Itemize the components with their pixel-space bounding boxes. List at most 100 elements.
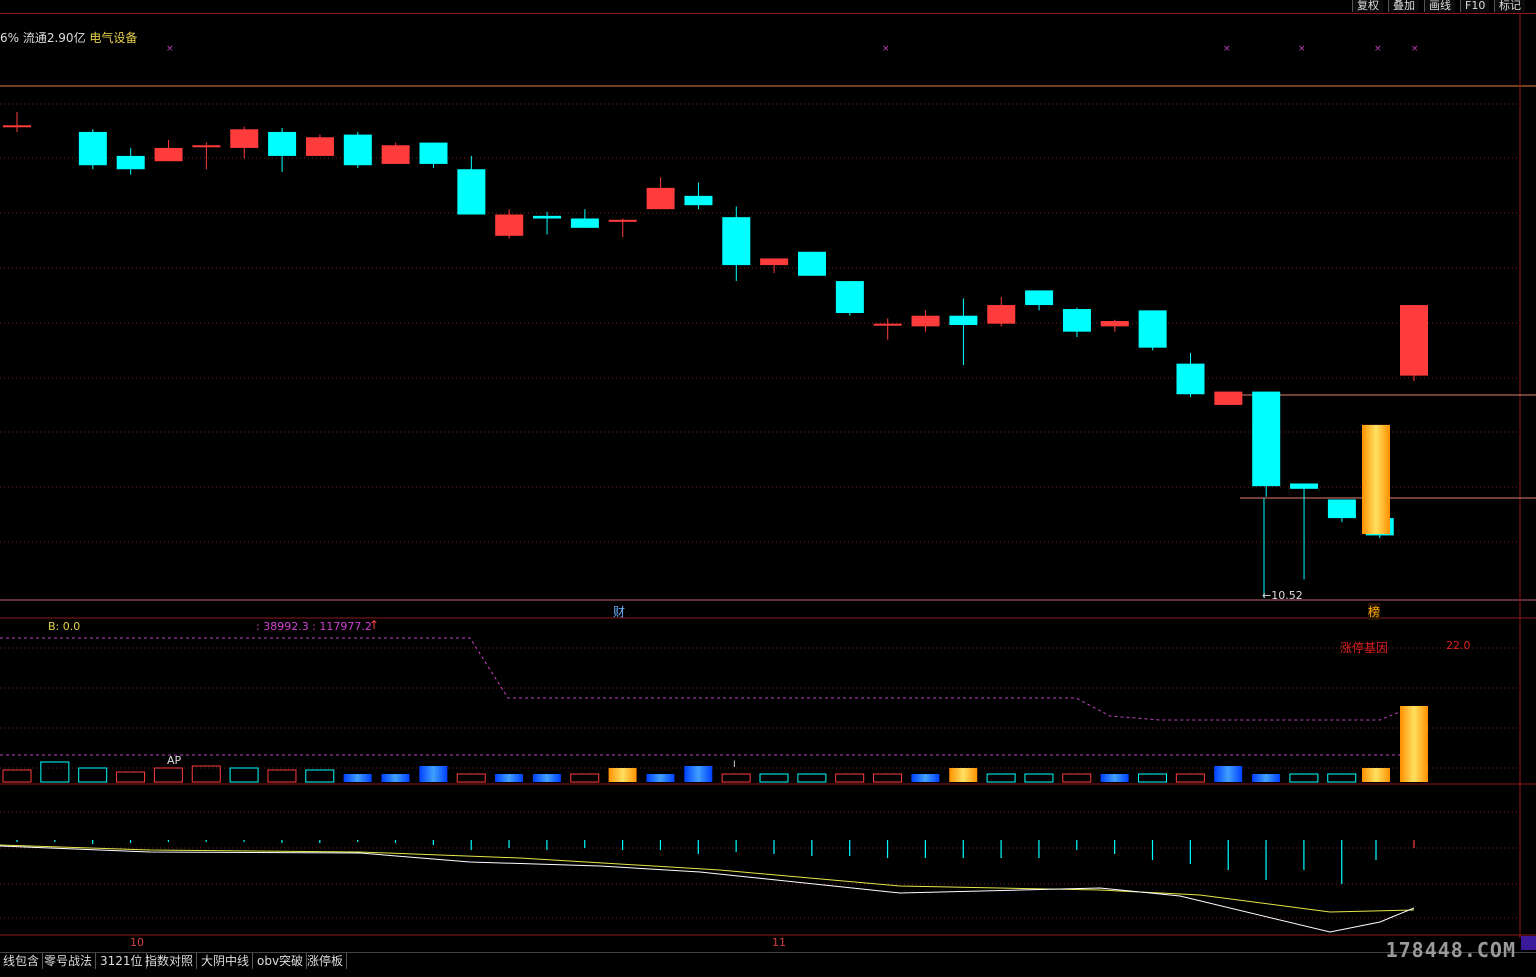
mark-button[interactable]: 标记 xyxy=(1494,0,1525,12)
candle-body xyxy=(230,129,259,148)
kline-chart[interactable]: × × × × × × xyxy=(0,14,1536,938)
event-marker: × xyxy=(882,44,890,54)
candle-body xyxy=(381,145,410,164)
f10-button[interactable]: F10 xyxy=(1460,0,1490,12)
month-10-label: 10 xyxy=(130,936,144,949)
volume-bar xyxy=(116,771,146,783)
candle-body xyxy=(722,217,751,266)
candle-body xyxy=(268,131,297,156)
volume-bar xyxy=(381,774,410,782)
indicator-tabs: 线包含 零号战法 3121位 指数对照 大阴中线 obv突破 涨停板 xyxy=(0,952,1536,970)
tab-obv-break[interactable]: obv突破 xyxy=(254,953,308,969)
candle xyxy=(1214,391,1243,405)
candle xyxy=(154,139,183,162)
candle xyxy=(1138,310,1167,351)
candle xyxy=(1400,305,1428,381)
vol-values-label: : 38992.3 : 117977.2 xyxy=(256,620,372,633)
volume-bar xyxy=(1252,774,1281,782)
candle-body xyxy=(533,215,562,219)
tab-zero-method[interactable]: 零号战法 xyxy=(41,953,97,969)
overlay-button[interactable]: 叠加 xyxy=(1388,0,1419,12)
tab-3121[interactable]: 3121位 xyxy=(97,953,147,969)
candle xyxy=(192,142,221,170)
candle-body xyxy=(684,195,713,206)
candle-body xyxy=(1176,363,1205,395)
candle-body xyxy=(1400,305,1428,376)
candle-body xyxy=(419,142,448,164)
candle-body xyxy=(760,258,789,266)
event-marker: × xyxy=(166,44,174,54)
candle xyxy=(1025,290,1054,311)
candle xyxy=(305,134,334,156)
volume-bar xyxy=(911,774,940,782)
candle-series xyxy=(3,111,1428,580)
candle xyxy=(268,127,297,172)
volume-bar xyxy=(1400,706,1428,782)
candle xyxy=(608,218,637,238)
volume-bar xyxy=(1327,773,1357,783)
volume-bar xyxy=(2,769,32,783)
volume-bar xyxy=(949,768,978,782)
candle-body xyxy=(1252,391,1281,487)
candle xyxy=(1100,319,1129,332)
volume-bar xyxy=(646,774,675,782)
tab-index-compare[interactable]: 指数对照 xyxy=(142,953,198,969)
board-marker[interactable]: 榜 xyxy=(1368,603,1381,620)
volume-bar xyxy=(684,766,713,782)
candle-body xyxy=(1327,499,1356,519)
finance-marker[interactable]: 财 xyxy=(613,603,625,620)
candle xyxy=(949,298,978,365)
volume-bar xyxy=(1024,773,1054,783)
ap-label: AP xyxy=(167,754,182,767)
candle-body xyxy=(1214,391,1243,405)
month-11-label: 11 xyxy=(772,936,786,949)
candle xyxy=(760,258,789,274)
candle xyxy=(722,206,751,282)
volume-bar xyxy=(495,774,524,782)
top-toolbar: 复权 叠加 画线 F10 标记 xyxy=(0,0,1536,14)
candle-body xyxy=(835,281,864,314)
volume-bars xyxy=(0,637,1428,783)
candle-body xyxy=(192,145,221,148)
candle xyxy=(684,182,713,210)
candle-body xyxy=(1062,309,1091,332)
candle-body xyxy=(3,125,31,128)
candle xyxy=(835,281,864,316)
candle xyxy=(230,126,259,159)
candle-body xyxy=(608,219,637,222)
candle-body xyxy=(305,137,334,156)
candle-body xyxy=(457,169,486,215)
candle-body xyxy=(343,134,372,166)
tick-label: I xyxy=(733,760,736,770)
candle-body xyxy=(873,323,902,326)
low-price-label: ←10.52 xyxy=(1262,589,1303,602)
draw-line-button[interactable]: 画线 xyxy=(1424,0,1455,12)
scroll-corner-icon[interactable] xyxy=(1521,936,1536,950)
limit-gene-label: 涨停基因 xyxy=(1340,641,1389,655)
candle-body xyxy=(646,187,675,210)
candle xyxy=(987,297,1016,327)
limit-gene-value: 22.0 xyxy=(1446,639,1471,652)
candle xyxy=(911,310,940,332)
tab-line-contain[interactable]: 线包含 xyxy=(0,953,44,969)
volume-bar xyxy=(759,773,789,783)
restore-rights-button[interactable]: 复权 xyxy=(1352,0,1383,12)
candle xyxy=(1327,499,1356,523)
volume-bar xyxy=(1100,774,1129,782)
tab-limit-up[interactable]: 涨停板 xyxy=(304,953,348,969)
candle xyxy=(343,131,372,168)
volume-bar xyxy=(419,766,448,782)
volume-bar xyxy=(873,773,903,783)
volume-bar xyxy=(153,767,183,783)
volume-bar xyxy=(1362,768,1390,782)
candle-body xyxy=(1138,310,1167,348)
candle xyxy=(1062,307,1091,338)
volume-bar xyxy=(835,773,865,783)
limit-up-candle-body xyxy=(1362,424,1390,535)
volume-bar xyxy=(343,774,372,782)
volume-bar xyxy=(721,773,751,783)
volume-bar xyxy=(456,773,486,783)
candle xyxy=(116,147,145,175)
tab-big-yin[interactable]: 大阴中线 xyxy=(198,953,254,969)
candle xyxy=(419,142,448,168)
